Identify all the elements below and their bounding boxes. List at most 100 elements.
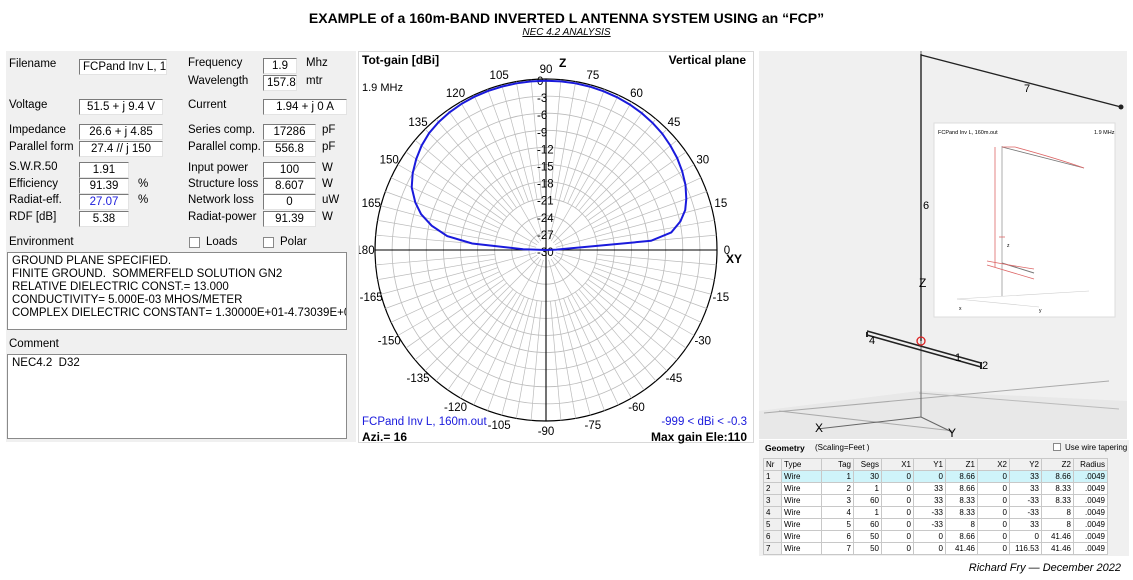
table-cell[interactable]: 0: [881, 542, 914, 555]
frequency-field[interactable]: 1.9: [263, 58, 297, 74]
table-row[interactable]: 1 Wire 1 30 0 0 8.66 0 33 8.66.0049: [763, 470, 1108, 483]
table-cell[interactable]: 33: [1009, 470, 1042, 483]
table-cell[interactable]: .0049: [1073, 470, 1108, 483]
table-cell[interactable]: 0: [881, 506, 914, 519]
table-cell[interactable]: .0049: [1073, 530, 1108, 543]
table-cell[interactable]: 41.46: [945, 542, 978, 555]
table-cell[interactable]: 60: [853, 518, 882, 531]
table-cell[interactable]: 0: [977, 530, 1010, 543]
table-cell[interactable]: 8.33: [945, 494, 978, 507]
table-row[interactable]: 7 Wire 7 50 0 0 41.46 0 116.53 41.46.0049: [763, 542, 1108, 555]
table-cell[interactable]: -33: [913, 518, 946, 531]
table-cell[interactable]: 0: [977, 494, 1010, 507]
table-row[interactable]: 4 Wire 4 1 0 -33 8.33 0 -33 8.0049: [763, 506, 1108, 519]
table-cell[interactable]: 8.66: [1041, 470, 1074, 483]
table-cell[interactable]: 116.53: [1009, 542, 1042, 555]
radiat-eff-field[interactable]: 27.07: [79, 194, 129, 210]
table-cell[interactable]: 0: [913, 542, 946, 555]
table-cell[interactable]: 33: [1009, 482, 1042, 495]
table-cell[interactable]: 0: [913, 530, 946, 543]
table-cell[interactable]: 8.33: [1041, 494, 1074, 507]
impedance-field[interactable]: 26.6 + j 4.85: [79, 124, 163, 140]
parallel-comp-field[interactable]: 556.8: [263, 141, 316, 157]
geometry-3d-canvas[interactable]: 7 6 4 2 1 Z X Y FCPand Inv L, 160m.out 1…: [759, 51, 1127, 439]
table-row[interactable]: 5 Wire 5 60 0 -33 8 0 33 8.0049: [763, 518, 1108, 531]
table-cell[interactable]: .0049: [1073, 482, 1108, 495]
series-comp-field[interactable]: 17286: [263, 124, 316, 140]
table-cell[interactable]: 1: [763, 470, 782, 483]
table-cell[interactable]: 1: [853, 506, 882, 519]
table-cell[interactable]: .0049: [1073, 506, 1108, 519]
structure-loss-field[interactable]: 8.607: [263, 178, 316, 194]
table-cell[interactable]: Wire: [781, 482, 822, 495]
table-cell[interactable]: 2: [763, 482, 782, 495]
table-row[interactable]: 3 Wire 3 60 0 33 8.33 0 -33 8.33.0049: [763, 494, 1108, 507]
polar-checkbox[interactable]: [263, 237, 274, 248]
table-cell[interactable]: 0: [881, 482, 914, 495]
table-cell[interactable]: .0049: [1073, 542, 1108, 555]
table-cell[interactable]: 33: [1009, 518, 1042, 531]
table-cell[interactable]: 7: [763, 542, 782, 555]
table-cell[interactable]: 1: [853, 482, 882, 495]
input-power-field[interactable]: 100: [263, 162, 316, 178]
table-cell[interactable]: 50: [853, 542, 882, 555]
current-field[interactable]: 1.94 + j 0 A: [263, 99, 347, 115]
table-cell[interactable]: 8.33: [1041, 482, 1074, 495]
table-cell[interactable]: 8.66: [945, 530, 978, 543]
voltage-field[interactable]: 51.5 + j 9.4 V: [79, 99, 163, 115]
parallel-form-field[interactable]: 27.4 // j 150: [79, 141, 163, 157]
table-cell[interactable]: Wire: [781, 470, 822, 483]
table-row[interactable]: 2 Wire 2 1 0 33 8.66 0 33 8.33.0049: [763, 482, 1108, 495]
swr-field[interactable]: 1.91: [79, 162, 129, 178]
table-cell[interactable]: 41.46: [1041, 530, 1074, 543]
table-cell[interactable]: -33: [1009, 494, 1042, 507]
table-cell[interactable]: 0: [1009, 530, 1042, 543]
filename-field[interactable]: FCPand Inv L, 1: [79, 59, 167, 75]
table-cell[interactable]: 0: [977, 506, 1010, 519]
comment-textarea[interactable]: NEC4.2 D32: [7, 354, 347, 439]
table-cell[interactable]: 0: [881, 518, 914, 531]
table-cell[interactable]: Wire: [781, 506, 822, 519]
table-cell[interactable]: 33: [913, 494, 946, 507]
table-cell[interactable]: 8: [945, 518, 978, 531]
table-cell[interactable]: 7: [821, 542, 854, 555]
table-cell[interactable]: 6: [763, 530, 782, 543]
table-cell[interactable]: Wire: [781, 542, 822, 555]
environment-textarea[interactable]: GROUND PLANE SPECIFIED. FINITE GROUND. S…: [7, 252, 347, 330]
table-cell[interactable]: 5: [763, 518, 782, 531]
table-cell[interactable]: 3: [821, 494, 854, 507]
table-cell[interactable]: 60: [853, 494, 882, 507]
table-cell[interactable]: 0: [977, 482, 1010, 495]
table-cell[interactable]: 4: [821, 506, 854, 519]
table-cell[interactable]: 5: [821, 518, 854, 531]
table-row[interactable]: 6 Wire 6 50 0 0 8.66 0 0 41.46.0049: [763, 530, 1108, 543]
rdf-field[interactable]: 5.38: [79, 211, 129, 227]
table-cell[interactable]: 1: [821, 470, 854, 483]
table-cell[interactable]: 8: [1041, 506, 1074, 519]
wire-tapering-checkbox[interactable]: [1053, 443, 1061, 451]
radiat-power-field[interactable]: 91.39: [263, 211, 316, 227]
table-cell[interactable]: 33: [913, 482, 946, 495]
efficiency-field[interactable]: 91.39: [79, 178, 129, 194]
table-cell[interactable]: .0049: [1073, 518, 1108, 531]
table-cell[interactable]: 0: [913, 470, 946, 483]
table-cell[interactable]: 8.33: [945, 506, 978, 519]
table-cell[interactable]: 6: [821, 530, 854, 543]
table-cell[interactable]: Wire: [781, 494, 822, 507]
table-cell[interactable]: 4: [763, 506, 782, 519]
table-cell[interactable]: 8: [1041, 518, 1074, 531]
loads-checkbox[interactable]: [189, 237, 200, 248]
network-loss-field[interactable]: 0: [263, 194, 316, 210]
table-cell[interactable]: 8.66: [945, 470, 978, 483]
table-cell[interactable]: 3: [763, 494, 782, 507]
table-cell[interactable]: 0: [881, 530, 914, 543]
table-cell[interactable]: 50: [853, 530, 882, 543]
table-cell[interactable]: 0: [881, 470, 914, 483]
table-cell[interactable]: Wire: [781, 530, 822, 543]
table-cell[interactable]: 2: [821, 482, 854, 495]
table-cell[interactable]: Wire: [781, 518, 822, 531]
wavelength-field[interactable]: 157.8: [263, 75, 297, 91]
table-cell[interactable]: 0: [977, 470, 1010, 483]
table-cell[interactable]: 0: [977, 518, 1010, 531]
table-cell[interactable]: 0: [977, 542, 1010, 555]
